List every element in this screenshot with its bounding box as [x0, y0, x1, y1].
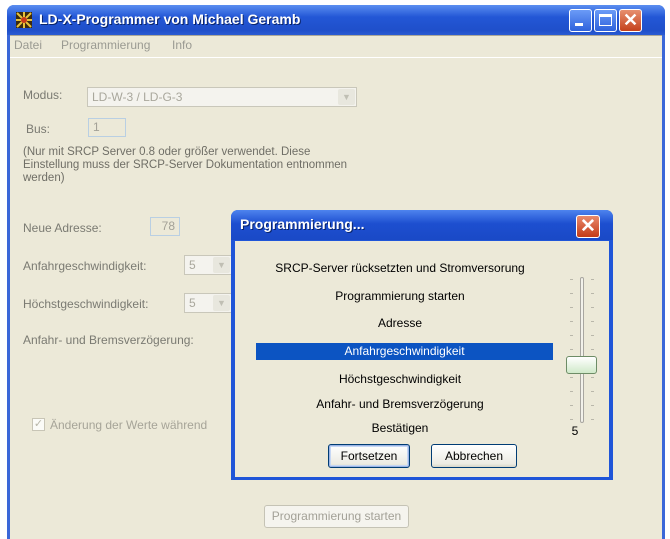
- slider-tick: [570, 377, 573, 378]
- slider-tick: [591, 279, 594, 280]
- slider-tick: [591, 335, 594, 336]
- anfahr-value: 5: [189, 258, 196, 272]
- slider-tick: [570, 321, 573, 322]
- chevron-down-icon: ▼: [213, 295, 230, 311]
- app-icon: [16, 12, 32, 28]
- step-item: Höchstgeschwindigkeit: [338, 372, 462, 386]
- menu-datei[interactable]: Datei: [14, 38, 42, 52]
- anfahr-select[interactable]: 5 ▼: [184, 255, 232, 275]
- dialog-title-bar[interactable]: Programmierung... ✕: [231, 210, 613, 240]
- programmierung-starten-button[interactable]: Programmierung starten: [264, 505, 409, 528]
- menu-bar: Datei Programmierung Info: [10, 35, 662, 58]
- close-icon: ✕: [580, 216, 596, 237]
- step-item: SRCP-Server rücksetzten und Stromversoru…: [275, 261, 525, 275]
- bus-input[interactable]: 1: [88, 118, 126, 137]
- step-item: Programmierung starten: [335, 289, 465, 303]
- neue-adresse-label: Neue Adresse:: [23, 221, 102, 235]
- slider-tick: [570, 293, 573, 294]
- slider-tick: [591, 377, 594, 378]
- menu-programmierung[interactable]: Programmierung: [61, 38, 150, 52]
- window-title: LD-X-Programmer von Michael Geramb: [39, 11, 301, 27]
- fortsetzen-button[interactable]: Fortsetzen: [328, 444, 410, 468]
- slider-thumb[interactable]: [566, 356, 597, 374]
- menu-info[interactable]: Info: [172, 38, 192, 52]
- minimize-icon: [575, 23, 583, 26]
- maximize-icon: [599, 14, 612, 26]
- dialog-client-area: SRCP-Server rücksetzten und Stromversoru…: [235, 241, 609, 477]
- abbrechen-button[interactable]: Abbrechen: [431, 444, 517, 468]
- brems-label: Anfahr- und Bremsverzögerung:: [23, 333, 194, 347]
- modus-label: Modus:: [23, 88, 63, 102]
- slider-tick: [570, 307, 573, 308]
- dialog-title: Programmierung...: [240, 216, 365, 232]
- werte-checkbox-label: Änderung der Werte während: [50, 418, 208, 432]
- slider-tick: [570, 405, 573, 406]
- slider-tick: [591, 293, 594, 294]
- neue-adresse-input[interactable]: 78: [150, 217, 180, 236]
- bus-label: Bus:: [26, 122, 51, 136]
- hoechst-label: Höchstgeschwindigkeit:: [23, 297, 149, 311]
- werte-checkbox[interactable]: ✓: [32, 418, 45, 431]
- slider-tick: [570, 391, 573, 392]
- slider-tick: [591, 391, 594, 392]
- step-item: Anfahr- und Bremsverzögerung: [316, 397, 484, 411]
- anfahr-label: Anfahrgeschwindigkeit:: [23, 259, 147, 273]
- modus-select[interactable]: LD-W-3 / LD-G-3 ▼: [87, 87, 357, 107]
- slider-tick: [570, 279, 573, 280]
- hoechst-value: 5: [189, 296, 196, 310]
- chevron-down-icon: ▼: [338, 89, 355, 105]
- slider-tick: [570, 349, 573, 350]
- slider-tick: [570, 419, 573, 420]
- slider-tick: [591, 321, 594, 322]
- srcp-note: (Nur mit SRCP Server 0.8 oder größer ver…: [23, 146, 348, 184]
- slider-tick: [591, 405, 594, 406]
- slider-tick: [591, 307, 594, 308]
- slider-tick: [570, 335, 573, 336]
- slider-value: 5: [571, 424, 579, 438]
- close-button[interactable]: ✕: [619, 9, 642, 32]
- maximize-button[interactable]: [594, 9, 617, 32]
- chevron-down-icon: ▼: [213, 257, 230, 273]
- title-bar[interactable]: LD-X-Programmer von Michael Geramb ✕: [7, 5, 665, 35]
- close-icon: ✕: [622, 10, 639, 30]
- step-item: Adresse: [377, 316, 423, 330]
- minimize-button[interactable]: [569, 9, 592, 32]
- step-item-selected: Anfahrgeschwindigkeit: [256, 343, 553, 360]
- slider-track[interactable]: [580, 277, 584, 423]
- step-item: Bestätigen: [371, 421, 429, 435]
- slider-tick: [591, 419, 594, 420]
- programming-dialog: Programmierung... ✕ SRCP-Server rücksetz…: [231, 210, 613, 480]
- modus-value: LD-W-3 / LD-G-3: [92, 90, 183, 104]
- hoechst-select[interactable]: 5 ▼: [184, 293, 232, 313]
- dialog-close-button[interactable]: ✕: [576, 215, 600, 238]
- slider-tick: [591, 349, 594, 350]
